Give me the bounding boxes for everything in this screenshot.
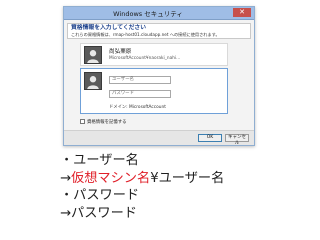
prompt-title: 資格情報を入力してください [71,25,147,31]
checkbox-icon [80,119,85,124]
user-silhouette-icon [84,72,102,90]
note-username-value: →仮想マシン名¥ユーザー名 [60,170,224,188]
note-username-heading: ・ユーザー名 [60,153,139,168]
note-vm-name-highlight: 仮想マシン名 [71,170,151,186]
dialog-titlebar: Windows セキュリティ ✕ [64,7,254,20]
domain-label: ドメイン: MicrosoftAccount [109,105,166,110]
remember-credentials-checkbox[interactable]: 資格情報を記憶する [80,119,127,125]
cancel-button[interactable]: キャンセル [225,134,249,146]
note-password-value: →パスワード [60,205,137,221]
password-field[interactable]: パスワード [109,90,171,98]
credential-dialog: Windows セキュリティ ✕ 資格情報を入力してください これらの資格情報は… [63,6,255,146]
saved-user-domain: MicrosoftAccount¥naoraki_nahi... [109,56,181,61]
dialog-footer: OK キャンセル [64,130,254,146]
note-arrow: → [60,170,72,186]
note-password-heading: ・パスワード [60,188,140,203]
username-field[interactable]: ユーザー名 [109,76,171,84]
note-username-suffix: ¥ユーザー名 [150,170,225,186]
ok-button[interactable]: OK [198,134,222,142]
dialog-body: 資格情報を入力してください これらの資格情報は、rmap-host01.clou… [64,20,254,146]
prompt-header: 資格情報を入力してください これらの資格情報は、rmap-host01.clou… [67,23,251,39]
user-silhouette-icon [84,46,102,64]
prompt-subtitle: これらの資格情報は、rmap-host01.cloudapp.net への接続に… [71,31,220,37]
new-credential-tile[interactable]: ユーザー名 パスワード ドメイン: MicrosoftAccount [80,68,228,114]
saved-credential-tile[interactable]: 尚弘栗原 MicrosoftAccount¥naoraki_nahi... [80,43,228,66]
instruction-notes: ・ユーザー名 →仮想マシン名¥ユーザー名 ・パスワード →パスワード [60,152,224,222]
close-button[interactable]: ✕ [233,8,251,17]
dialog-title: Windows セキュリティ [113,10,183,18]
remember-label: 資格情報を記憶する [87,120,127,125]
saved-user-name: 尚弘栗原 [109,49,132,55]
close-icon: ✕ [239,8,245,16]
